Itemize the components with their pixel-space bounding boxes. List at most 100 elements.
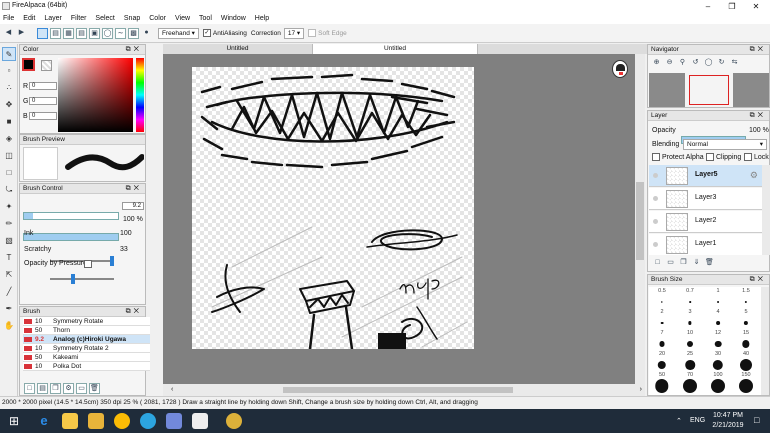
correction-select[interactable]: 17 ▾ (283, 27, 305, 39)
select-eraser-tool-icon[interactable]: ▧ (2, 234, 16, 248)
brush-size-option[interactable]: 25 (679, 351, 701, 371)
add-brush-icon[interactable]: □ (24, 383, 35, 394)
saturation-value-picker[interactable] (58, 58, 133, 132)
brush-size-option[interactable]: 1 (707, 288, 729, 308)
secondary-color-swatch[interactable] (41, 60, 52, 71)
menu-view[interactable]: View (175, 13, 190, 24)
scratchy-slider[interactable] (50, 274, 114, 284)
brush-list-icon[interactable]: ▤ (37, 383, 48, 394)
brush-item[interactable]: 50 Thorn (23, 326, 150, 335)
clipping-checkbox[interactable] (706, 153, 714, 161)
new-folder-icon[interactable]: ▭ (665, 258, 676, 269)
brush-size-bar[interactable] (23, 212, 119, 220)
edge-browser-icon[interactable]: e (36, 413, 52, 429)
menu-filter[interactable]: Filter (71, 13, 87, 24)
ink-slider-knob[interactable] (110, 256, 114, 266)
menu-tool[interactable]: Tool (199, 13, 212, 24)
bucket-tool-icon[interactable]: ◈ (2, 132, 16, 146)
zoom-out-icon[interactable]: ⊖ (664, 58, 675, 69)
panel-float-close-icon[interactable]: ⧉✕ (126, 45, 142, 55)
undo-icon[interactable]: ◀ (3, 28, 14, 39)
tray-chevron-icon[interactable]: ⌃ (676, 417, 682, 425)
pen-tool-icon[interactable]: ✎ (2, 47, 16, 61)
brush-size-option[interactable]: 4 (707, 309, 729, 329)
brush-settings-icon[interactable]: ⚙ (63, 383, 74, 394)
navigator-preview[interactable] (649, 73, 769, 107)
delete-layer-icon[interactable]: 🗑 (704, 258, 715, 269)
snap-crisscross-icon[interactable]: ▦ (63, 27, 74, 39)
layer-row[interactable]: Layer2 (649, 211, 762, 233)
zoom-in-icon[interactable]: ⊕ (651, 58, 662, 69)
brush-size-option[interactable]: 20 (651, 351, 673, 371)
gradient-tool-icon[interactable]: ◫ (2, 149, 16, 163)
fill-rect-tool-icon[interactable]: ■ (2, 115, 16, 129)
redo-icon[interactable]: ▶ (16, 28, 27, 39)
layer-row[interactable]: Layer1 (649, 234, 762, 255)
stroke-dot-icon[interactable]: ● (141, 28, 152, 39)
brush-size-option[interactable]: 100 (707, 372, 729, 393)
layer-visibility-icon[interactable] (653, 196, 658, 201)
brush-size-option[interactable]: 10 (679, 330, 701, 350)
brush-size-option[interactable]: 0.7 (679, 288, 701, 308)
windows-start-icon[interactable]: ⊞ (6, 413, 22, 429)
chrome-icon[interactable] (114, 413, 130, 429)
menu-help[interactable]: Help (255, 13, 269, 24)
layer-scrollbar[interactable] (762, 165, 770, 255)
divide-tool-icon[interactable]: ╱ (2, 285, 16, 299)
canvas-horizontal-scrollbar[interactable]: ‹ › (163, 384, 645, 396)
menu-color[interactable]: Color (149, 13, 166, 24)
merge-layer-icon[interactable]: ⇓ (691, 258, 702, 269)
close-icon[interactable]: ✕ (746, 1, 766, 12)
hand-tool-icon[interactable]: ✋ (2, 319, 16, 333)
maximize-icon[interactable]: ❐ (722, 1, 742, 12)
select-tool-icon[interactable]: □ (2, 166, 16, 180)
brush-size-option[interactable]: 12 (707, 330, 729, 350)
duplicate-layer-icon[interactable]: ❐ (678, 258, 689, 269)
brush-item[interactable]: 10 Symmetry Rotate (23, 317, 150, 326)
menu-window[interactable]: Window (221, 13, 246, 24)
brush-size-option[interactable]: 40 (735, 351, 757, 371)
soft-edge-checkbox[interactable] (308, 29, 317, 37)
b-field[interactable]: 0 (29, 112, 57, 120)
brush-size-option[interactable]: 1.5 (735, 288, 757, 308)
layer-visibility-icon[interactable] (653, 242, 658, 247)
opacity-pressure-checkbox[interactable] (84, 260, 92, 268)
layer-visibility-icon[interactable] (653, 219, 658, 224)
select-pen-tool-icon[interactable]: ✏ (2, 217, 16, 231)
g-field[interactable]: 0 (29, 97, 57, 105)
notification-icon[interactable]: □ (754, 415, 759, 425)
brush-item[interactable]: 10 Polka Dot (23, 362, 150, 371)
layer-visibility-icon[interactable] (653, 173, 658, 178)
menu-select[interactable]: Select (95, 13, 114, 24)
brush-folder-icon[interactable]: ▭ (76, 383, 87, 394)
layer-row-selected[interactable]: Layer5 ⚙ (649, 165, 762, 187)
primary-color-swatch[interactable] (22, 58, 35, 71)
canvas-vertical-scrollbar[interactable] (635, 54, 645, 384)
brush-item[interactable]: 50 Kakeami (23, 353, 150, 362)
snap-circle-icon[interactable]: ◯ (102, 27, 113, 39)
antialiasing-checkbox[interactable]: ✓ (202, 29, 211, 37)
brush-size-field[interactable]: 9.2 (122, 202, 144, 210)
panel-float-close-icon[interactable]: ⧉✕ (126, 184, 142, 194)
tab-untitled-1[interactable]: Untitled (163, 44, 313, 54)
operation-tool-icon[interactable]: ⇱ (2, 268, 16, 282)
brush-size-option[interactable]: 5 (735, 309, 757, 329)
menu-edit[interactable]: Edit (23, 13, 35, 24)
panel-float-close-icon[interactable]: ⧉✕ (750, 275, 766, 285)
brush-item-selected[interactable]: 9.2 Analog (c)Hiroki Ugawa (23, 335, 150, 344)
brush-size-option[interactable]: 3 (679, 309, 701, 329)
rotate-left-icon[interactable]: ↺ (690, 58, 701, 69)
dot-tool-icon[interactable]: ∴ (2, 81, 16, 95)
new-layer-icon[interactable]: □ (652, 258, 663, 269)
brush-size-option[interactable]: 15 (735, 330, 757, 350)
brush-size-option[interactable]: 0.5 (651, 288, 673, 308)
zoom-fit-icon[interactable]: ⚲ (677, 58, 688, 69)
layer-settings-icon[interactable]: ⚙ (750, 170, 758, 181)
snap-curve-icon[interactable]: ∼ (115, 27, 126, 39)
drawing-canvas[interactable] (192, 67, 474, 349)
brush-item[interactable]: 10 Symmetry Rotate 2 (23, 344, 150, 353)
menu-snap[interactable]: Snap (124, 13, 140, 24)
move-tool-icon[interactable]: ✥ (2, 98, 16, 112)
eraser-tool-icon[interactable]: ▫ (2, 64, 16, 78)
brush-size-option[interactable]: 30 (707, 351, 729, 371)
